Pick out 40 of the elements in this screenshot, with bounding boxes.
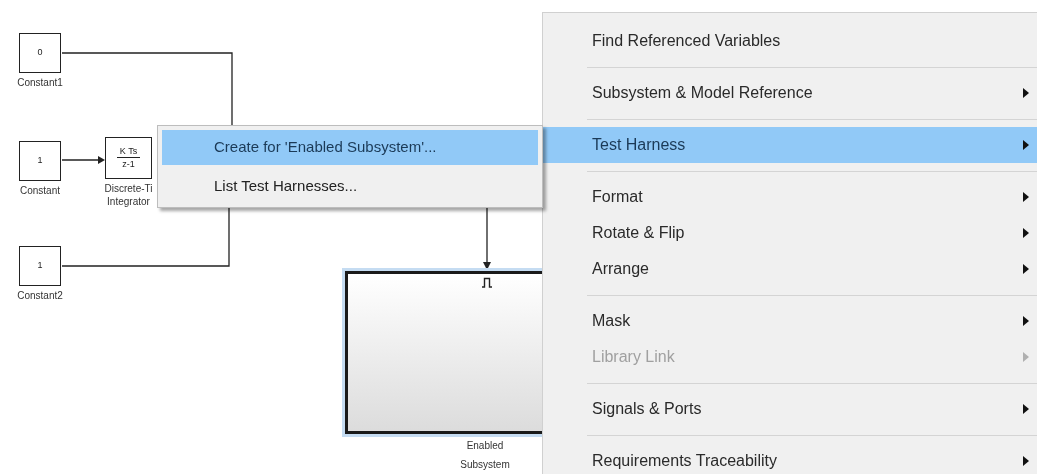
numerator: K Ts [116, 146, 141, 158]
block-label: Discrete-Ti [104, 182, 153, 195]
block-label: Subsystem [460, 458, 510, 472]
block-label: Constant2 [17, 289, 63, 302]
menu-item[interactable]: Test Harness [543, 127, 1037, 163]
constant-block[interactable]: 1 [19, 246, 61, 286]
menu-item[interactable]: Format [543, 179, 1037, 215]
block-value: 0 [37, 46, 43, 60]
submenu-arrow-icon [1023, 316, 1029, 326]
submenu-arrow-icon [1023, 228, 1029, 238]
menu-item[interactable]: Create for 'Enabled Subsystem'... [162, 130, 538, 165]
block-value: 1 [37, 259, 43, 273]
block-label: Enabled [466, 439, 504, 453]
submenu-arrow-icon [1023, 404, 1029, 414]
block-label: Integrator [107, 195, 150, 208]
menu-item[interactable]: Signals & Ports [543, 391, 1037, 427]
submenu-arrow-icon [1023, 352, 1029, 362]
menu-item[interactable]: Rotate & Flip [543, 215, 1037, 251]
menu-item[interactable]: Arrange [543, 251, 1037, 287]
integrator-block[interactable]: K Ts z-1 [105, 137, 152, 179]
signal-arrow [483, 207, 491, 270]
submenu-arrow-icon [1023, 88, 1029, 98]
menu-item[interactable]: Mask [543, 303, 1037, 339]
block-value: 1 [37, 154, 43, 168]
submenu-arrow-icon [1023, 456, 1029, 466]
subsystem-block[interactable] [345, 271, 545, 434]
enable-port-icon [481, 277, 493, 288]
constant-block[interactable]: 0 [19, 33, 61, 73]
block-label: Constant1 [17, 76, 63, 89]
menu-item[interactable]: Find Referenced Variables [543, 23, 1037, 59]
menu-item[interactable]: List Test Harnesses... [162, 168, 538, 203]
menu-item[interactable]: Requirements Traceability [543, 443, 1037, 474]
constant-block[interactable]: 1 [19, 141, 61, 181]
submenu-arrow-icon [1023, 264, 1029, 274]
submenu-arrow-icon [1023, 192, 1029, 202]
denominator: z-1 [122, 158, 135, 170]
block-label: Constant [20, 184, 60, 197]
signal-arrow [61, 156, 105, 164]
menu-item[interactable]: Subsystem & Model Reference [543, 75, 1037, 111]
submenu-arrow-icon [1023, 140, 1029, 150]
